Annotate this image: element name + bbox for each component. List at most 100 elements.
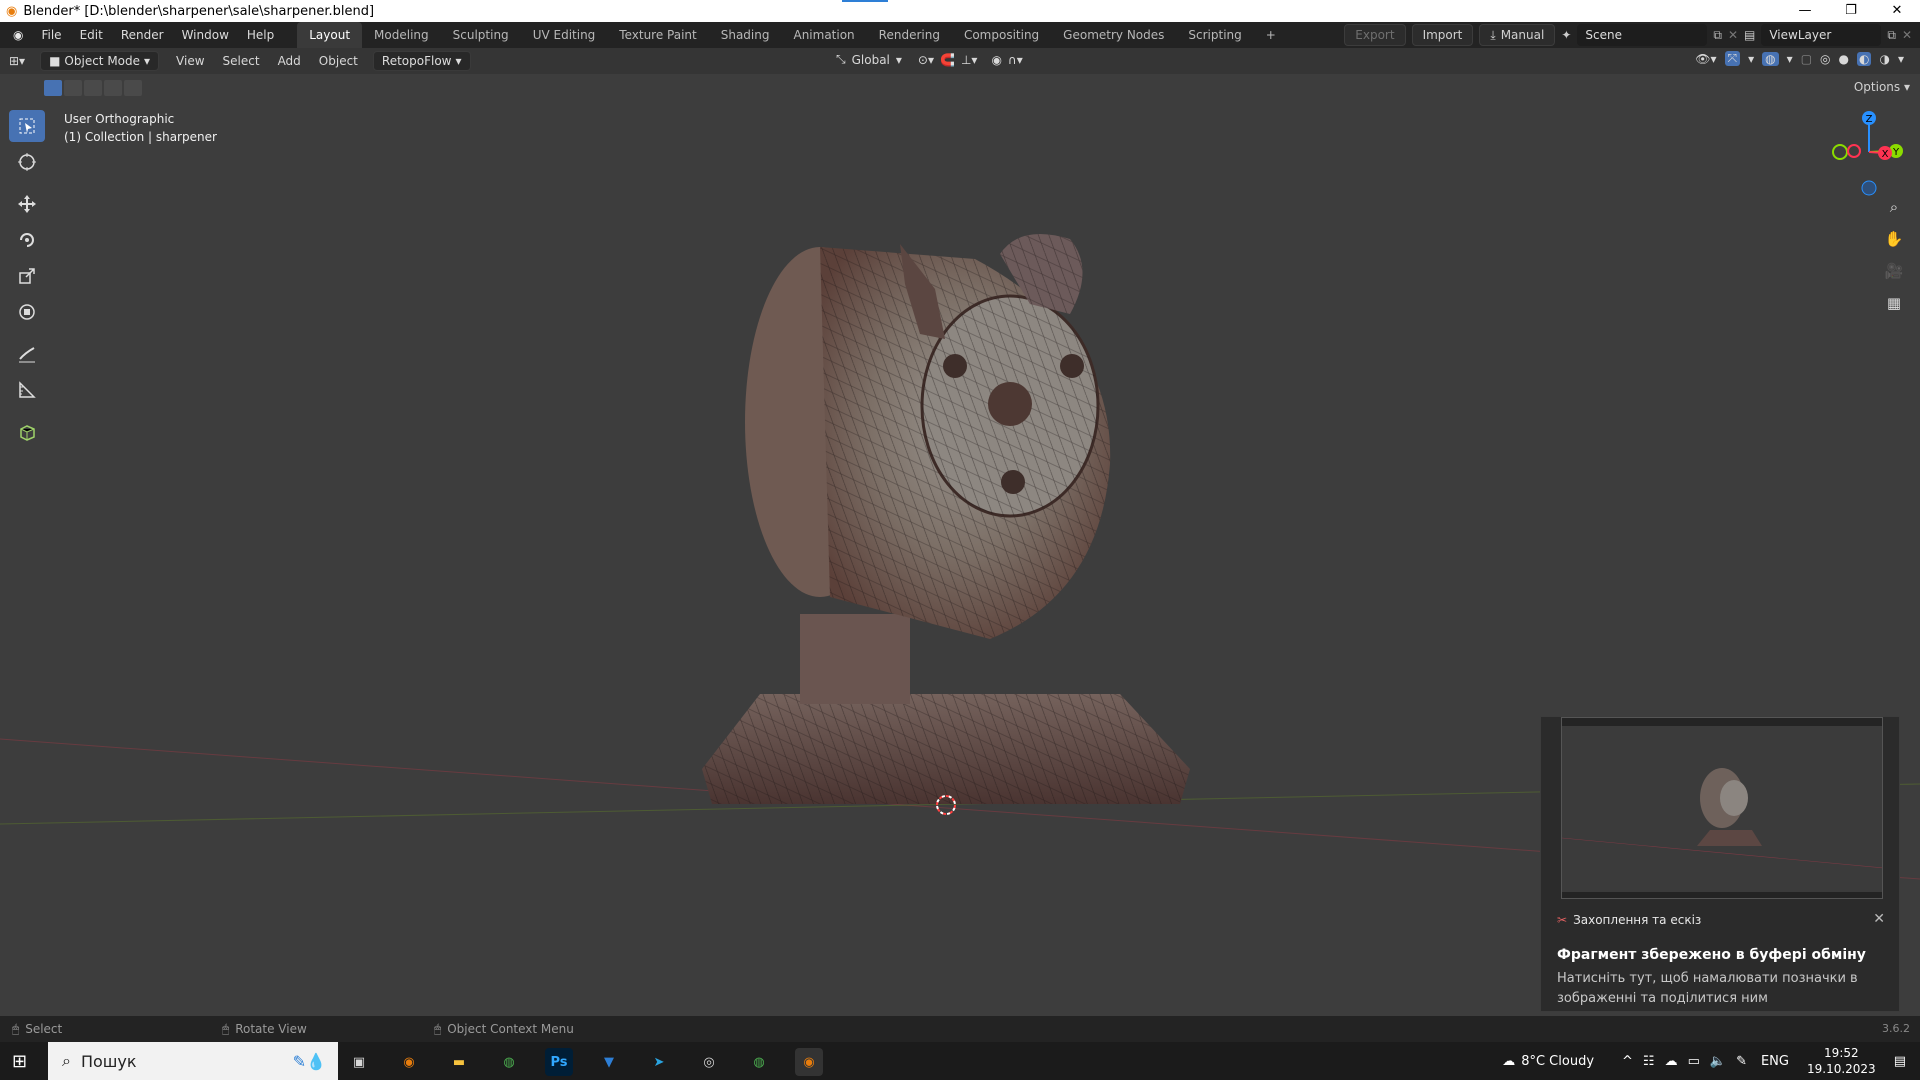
delete-scene-icon[interactable]: ✕	[1728, 28, 1738, 42]
tab-texture-paint[interactable]: Texture Paint	[607, 22, 708, 48]
tab-scripting[interactable]: Scripting	[1176, 22, 1253, 48]
tab-layout[interactable]: Layout	[297, 22, 363, 48]
tab-modeling[interactable]: Modeling	[362, 22, 441, 48]
photoshop-icon[interactable]: Ps	[545, 1048, 573, 1076]
notification-close-button[interactable]: ✕	[1873, 911, 1885, 927]
rendered-shading-icon[interactable]: ◑	[1879, 52, 1889, 66]
tab-uv-editing[interactable]: UV Editing	[521, 22, 608, 48]
new-viewlayer-icon[interactable]: ⧉	[1887, 28, 1896, 43]
sharpener-model[interactable]	[702, 234, 1190, 804]
cursor-tool[interactable]	[9, 146, 45, 178]
menu-window[interactable]: Window	[173, 22, 238, 48]
falloff-icon[interactable]: ∩▾	[1008, 53, 1023, 67]
blender-menu-icon[interactable]: ◉	[4, 22, 32, 48]
menu-file[interactable]: File	[32, 22, 70, 48]
shading-menu-icon[interactable]: ▾	[1898, 52, 1904, 66]
weather-text[interactable]: 8°C Cloudy	[1521, 1054, 1594, 1069]
wireframe-shading-icon[interactable]: ◎	[1820, 52, 1830, 66]
blender-active-icon[interactable]: ◉	[795, 1048, 823, 1076]
import-button[interactable]: Import	[1411, 24, 1474, 46]
bookmark-icon[interactable]: ▼	[595, 1048, 623, 1076]
measure-tool[interactable]	[9, 374, 45, 406]
gizmo-menu-icon[interactable]: ▾	[1748, 52, 1754, 66]
scene-selector[interactable]: Scene	[1577, 24, 1708, 46]
language-indicator[interactable]: ENG	[1761, 1054, 1789, 1069]
menu-add[interactable]: Add	[269, 54, 310, 68]
chrome-icon[interactable]: ◍	[495, 1048, 523, 1076]
select-intersect-icon[interactable]	[124, 80, 142, 96]
editor-type-icon[interactable]: ⊞▾	[0, 54, 34, 68]
gizmo-toggle-icon[interactable]: ⤧	[1724, 51, 1741, 66]
chrome-profile-icon[interactable]: ◍	[745, 1048, 773, 1076]
snap-icon[interactable]: 🧲	[940, 53, 955, 67]
menu-object[interactable]: Object	[310, 54, 367, 68]
annotate-tool[interactable]	[9, 338, 45, 370]
tab-sculpting[interactable]: Sculpting	[441, 22, 521, 48]
menu-help[interactable]: Help	[238, 22, 283, 48]
zoom-icon[interactable]: ⌕	[1883, 196, 1905, 218]
orientation-selector[interactable]: Global	[852, 53, 890, 67]
tab-rendering[interactable]: Rendering	[867, 22, 952, 48]
weather-icon[interactable]: ☁	[1502, 1054, 1515, 1069]
move-tool[interactable]	[9, 188, 45, 220]
pen-icon[interactable]: ✎	[1736, 1054, 1747, 1069]
material-shading-icon[interactable]: ◐	[1857, 51, 1872, 66]
gizmo-x-negative[interactable]	[1847, 144, 1861, 158]
select-invert-icon[interactable]	[104, 80, 122, 96]
overlay-menu-icon[interactable]: ▾	[1787, 52, 1793, 66]
grid-icon[interactable]: ▦	[1883, 292, 1905, 314]
clock[interactable]: 19:52 19.10.2023	[1807, 1045, 1876, 1077]
minimize-button[interactable]: —	[1782, 0, 1828, 22]
network-icon[interactable]: ☷	[1643, 1054, 1655, 1069]
viewlayer-selector[interactable]: ViewLayer	[1761, 24, 1882, 46]
rotate-tool[interactable]	[9, 224, 45, 256]
retopoflow-menu[interactable]: RetopoFlow ▾	[372, 51, 471, 71]
export-button[interactable]: Export	[1344, 24, 1406, 46]
tab-geometry-nodes[interactable]: Geometry Nodes	[1051, 22, 1176, 48]
telegram-icon[interactable]: ➤	[645, 1048, 673, 1076]
camera-icon[interactable]: 🎥	[1883, 260, 1905, 282]
volume-icon[interactable]: 🔈	[1710, 1054, 1726, 1069]
delete-viewlayer-icon[interactable]: ✕	[1902, 28, 1912, 42]
select-subtract-icon[interactable]	[84, 80, 102, 96]
gizmo-z-negative[interactable]	[1861, 180, 1877, 196]
pivot-icon[interactable]: ⊙▾	[918, 53, 934, 67]
select-box-tool[interactable]	[9, 110, 45, 142]
viewlayer-icon[interactable]: ▤	[1744, 28, 1755, 42]
menu-render[interactable]: Render	[112, 22, 173, 48]
pan-hand-icon[interactable]: ✋	[1883, 228, 1905, 250]
add-cube-tool[interactable]	[9, 416, 45, 448]
taskbar-search[interactable]: ⌕ Пошук ✎💧	[48, 1042, 338, 1080]
snap-target-icon[interactable]: ⊥▾	[961, 53, 977, 67]
solid-shading-icon[interactable]: ●	[1839, 52, 1849, 66]
scale-tool[interactable]	[9, 260, 45, 292]
xray-icon[interactable]: ▢	[1801, 52, 1812, 66]
display-icon[interactable]: ▭	[1688, 1054, 1700, 1069]
navigation-gizmo[interactable]: Z Y X	[1820, 108, 1920, 198]
windows-start-icon[interactable]: ⊞	[12, 1051, 27, 1072]
add-workspace-icon[interactable]: +	[1254, 22, 1288, 48]
blender-taskbar-icon[interactable]: ◉	[395, 1048, 423, 1076]
menu-view[interactable]: View	[167, 54, 213, 68]
task-view-icon[interactable]: ▣	[345, 1048, 373, 1076]
transform-tool[interactable]	[9, 296, 45, 328]
maximize-button[interactable]: ❐	[1828, 0, 1874, 22]
github-icon[interactable]: ◎	[695, 1048, 723, 1076]
gizmo-y-negative[interactable]	[1832, 144, 1848, 160]
scene-icon[interactable]: ✦	[1561, 28, 1571, 42]
menu-edit[interactable]: Edit	[71, 22, 112, 48]
new-scene-icon[interactable]: ⧉	[1713, 28, 1722, 43]
file-explorer-icon[interactable]: ▬	[445, 1048, 473, 1076]
visibility-icon[interactable]: 👁▾	[1695, 52, 1716, 66]
menu-select[interactable]: Select	[214, 54, 269, 68]
overlay-toggle-icon[interactable]: ◍	[1762, 51, 1779, 66]
show-hidden-icons[interactable]: ^	[1622, 1054, 1633, 1069]
tab-animation[interactable]: Animation	[781, 22, 866, 48]
tab-compositing[interactable]: Compositing	[952, 22, 1051, 48]
select-new-icon[interactable]	[44, 80, 62, 96]
options-dropdown[interactable]: Options ▾	[1854, 80, 1910, 94]
close-window-button[interactable]: ✕	[1874, 0, 1920, 22]
select-extend-icon[interactable]	[64, 80, 82, 96]
mode-selector[interactable]: ■ Object Mode ▾	[40, 51, 160, 71]
snip-notification[interactable]: ✂ Захоплення та ескіз ✕ Фрагмент збережен…	[1540, 716, 1900, 1012]
